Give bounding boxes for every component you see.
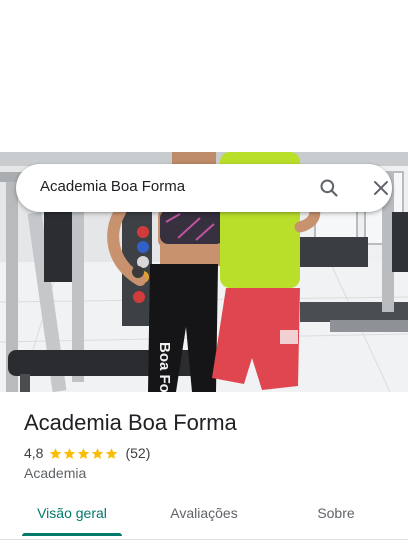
star-icon [92, 447, 104, 459]
divider [0, 539, 408, 540]
tab-about[interactable]: Sobre [286, 496, 386, 536]
search-icon[interactable] [314, 174, 344, 202]
active-tab-indicator [22, 533, 122, 536]
rating-stars [49, 447, 119, 460]
place-tabs: Visão geral Avaliações Sobre [0, 496, 408, 536]
place-title: Academia Boa Forma [24, 410, 237, 435]
star-icon [50, 447, 62, 459]
tab-overview[interactable]: Visão geral [22, 496, 122, 536]
star-icon [78, 447, 90, 459]
tab-reviews[interactable]: Avaliações [154, 496, 254, 536]
shirt-text: Boa Forma [156, 342, 173, 392]
close-icon[interactable] [366, 174, 396, 202]
search-input[interactable]: Academia Boa Forma [40, 178, 185, 195]
star-icon [64, 447, 76, 459]
star-icon [106, 447, 118, 459]
rating-row[interactable]: 4,8 (52) [24, 444, 150, 462]
review-count[interactable]: (52) [125, 445, 150, 461]
place-category[interactable]: Academia [24, 465, 86, 481]
search-bar[interactable]: Academia Boa Forma [16, 164, 392, 212]
rating-value: 4,8 [24, 445, 44, 461]
map-area [0, 0, 408, 152]
